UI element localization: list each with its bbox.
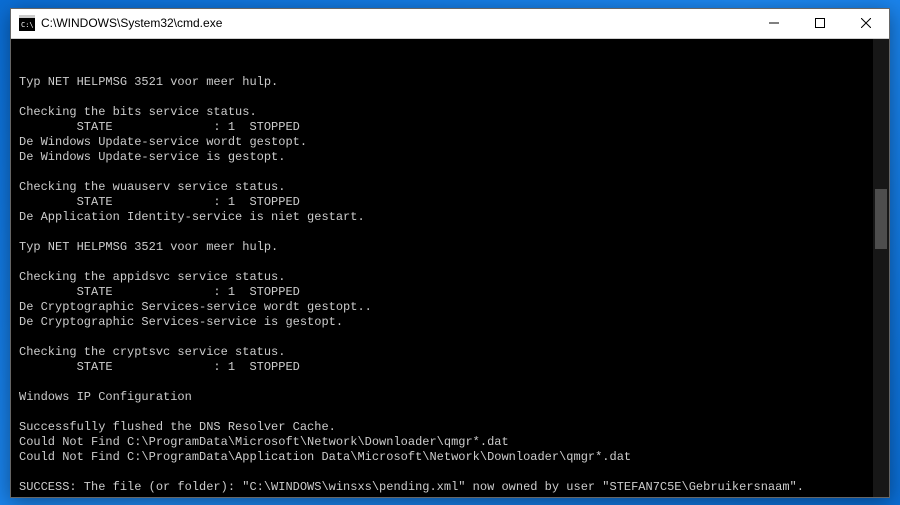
console-line: Windows IP Configuration (19, 390, 881, 405)
window-controls (751, 9, 889, 38)
console-output[interactable]: Typ NET HELPMSG 3521 voor meer hulp. Che… (11, 39, 889, 497)
cmd-window: C:\ C:\WINDOWS\System32\cmd.exe Typ NET … (10, 8, 890, 498)
console-line: De Windows Update-service wordt gestopt. (19, 135, 881, 150)
console-line: Checking the cryptsvc service status. (19, 345, 881, 360)
cmd-icon: C:\ (19, 15, 35, 31)
console-line: Successfully flushed the DNS Resolver Ca… (19, 420, 881, 435)
console-line: STATE : 1 STOPPED (19, 195, 881, 210)
console-line: Could Not Find C:\ProgramData\Microsoft\… (19, 435, 881, 450)
console-line: De Cryptographic Services-service is ges… (19, 315, 881, 330)
console-line: De Application Identity-service is niet … (19, 210, 881, 225)
console-line: Checking the appidsvc service status. (19, 270, 881, 285)
console-line: STATE : 1 STOPPED (19, 120, 881, 135)
console-line: Could Not Find C:\ProgramData\Applicatio… (19, 450, 881, 465)
console-line: Typ NET HELPMSG 3521 voor meer hulp. (19, 240, 881, 255)
console-line (19, 330, 881, 345)
svg-text:C:\: C:\ (21, 21, 34, 29)
console-line (19, 225, 881, 240)
console-line (19, 90, 881, 105)
console-line: De Windows Update-service is gestopt. (19, 150, 881, 165)
console-line: SUCCESS: The file (or folder): "C:\WINDO… (19, 480, 881, 495)
console-line (19, 165, 881, 180)
console-line (19, 465, 881, 480)
minimize-button[interactable] (751, 9, 797, 38)
console-line: Checking the wuauserv service status. (19, 180, 881, 195)
console-line: Typ NET HELPMSG 3521 voor meer hulp. (19, 75, 881, 90)
console-line: STATE : 1 STOPPED (19, 285, 881, 300)
close-button[interactable] (843, 9, 889, 38)
console-line: STATE : 1 STOPPED (19, 360, 881, 375)
window-title: C:\WINDOWS\System32\cmd.exe (41, 16, 751, 30)
console-line: De Cryptographic Services-service wordt … (19, 300, 881, 315)
console-line (19, 405, 881, 420)
console-line (19, 255, 881, 270)
console-line (19, 375, 881, 390)
scrollbar-vertical[interactable] (873, 39, 889, 497)
console-line: Checking the bits service status. (19, 105, 881, 120)
maximize-button[interactable] (797, 9, 843, 38)
titlebar[interactable]: C:\ C:\WINDOWS\System32\cmd.exe (11, 9, 889, 39)
scrollbar-thumb[interactable] (875, 189, 887, 249)
